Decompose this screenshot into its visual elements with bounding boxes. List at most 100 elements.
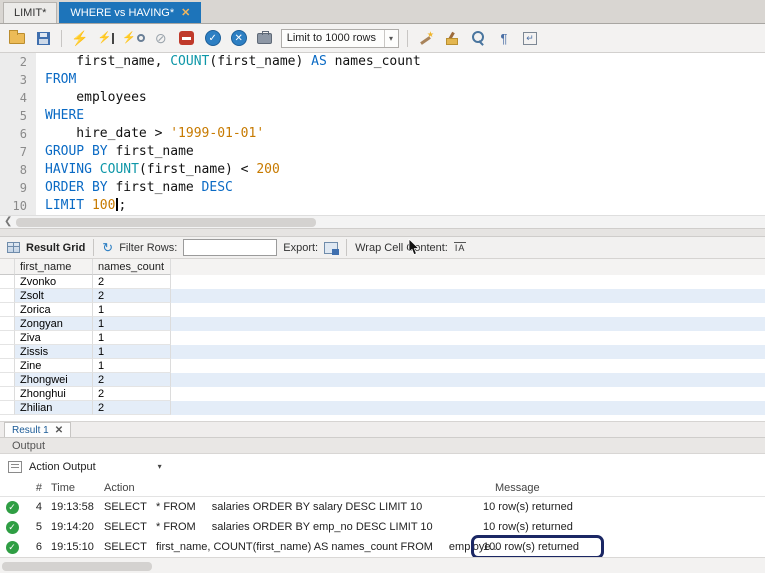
code-text[interactable]: LIMIT 100; xyxy=(36,197,126,215)
tab-close-icon[interactable]: ✕ xyxy=(181,8,190,19)
cell-first-name[interactable]: Zine xyxy=(15,359,93,373)
table-row[interactable]: Zongyan1 xyxy=(0,317,765,331)
hscroll-track[interactable] xyxy=(16,218,765,227)
table-row[interactable]: Zorica1 xyxy=(0,303,765,317)
tab-limit[interactable]: LIMIT* xyxy=(3,2,57,23)
code-line[interactable]: 7GROUP BY first_name xyxy=(0,143,765,161)
autocommit-toggle[interactable] xyxy=(255,28,275,48)
cell-first-name[interactable]: Zhongwei xyxy=(15,373,93,387)
grid-column-first-name[interactable]: first_name xyxy=(15,259,93,275)
find-button[interactable] xyxy=(468,28,488,48)
output-rows: ✓419:13:58SELECT* FROMsalaries ORDER BY … xyxy=(0,497,765,557)
code-line[interactable]: 10LIMIT 100; xyxy=(0,197,765,215)
execute-script-button[interactable]: ⚡ xyxy=(70,28,90,48)
invisible-chars-toggle[interactable]: ¶ xyxy=(494,28,514,48)
cell-first-name[interactable]: Zongyan xyxy=(15,317,93,331)
beautify-button[interactable] xyxy=(416,28,436,48)
output-row[interactable]: ✓419:13:58SELECT* FROMsalaries ORDER BY … xyxy=(0,497,765,517)
code-text[interactable]: FROM xyxy=(36,71,76,89)
code-text[interactable]: WHERE xyxy=(36,107,84,125)
cell-names-count[interactable]: 2 xyxy=(93,289,171,303)
row-gutter xyxy=(0,401,15,415)
tab-where-vs-having[interactable]: WHERE vs HAVING* ✕ xyxy=(59,2,201,23)
result-1-tab-label: Result 1 xyxy=(12,425,49,436)
bottom-scrollbar-thumb[interactable] xyxy=(2,562,152,571)
time-cell: 19:13:58 xyxy=(42,501,100,513)
cell-first-name[interactable]: Zorica xyxy=(15,303,93,317)
cell-first-name[interactable]: Zhonghui xyxy=(15,387,93,401)
cell-names-count[interactable]: 1 xyxy=(93,359,171,373)
cleanup-button[interactable] xyxy=(442,28,462,48)
code-text[interactable]: employees xyxy=(36,89,147,107)
stop-on-error-toggle[interactable] xyxy=(177,28,197,48)
lightning-icon: ⚡ xyxy=(71,31,88,45)
result-1-tab[interactable]: Result 1 ✕ xyxy=(4,422,71,437)
commit-button[interactable]: ✓ xyxy=(203,28,223,48)
sql-editor[interactable]: 2 first_name, COUNT(first_name) AS names… xyxy=(0,53,765,215)
grid-column-names-count[interactable]: names_count xyxy=(93,259,171,275)
execute-statement-button[interactable]: ⚡ xyxy=(96,28,116,48)
refresh-icon[interactable]: ↻ xyxy=(102,241,113,254)
code-segment: LIMIT xyxy=(45,198,84,213)
cell-names-count[interactable]: 2 xyxy=(93,373,171,387)
code-text[interactable]: GROUP BY first_name xyxy=(36,143,194,161)
code-text[interactable]: hire_date > '1999-01-01' xyxy=(36,125,264,143)
open-script-button[interactable] xyxy=(7,28,27,48)
rollback-button[interactable]: ✕ xyxy=(229,28,249,48)
code-line[interactable]: 6 hire_date > '1999-01-01' xyxy=(0,125,765,143)
code-segment: employees xyxy=(45,90,147,105)
table-row[interactable]: Zvonko2 xyxy=(0,275,765,289)
cell-names-count[interactable]: 1 xyxy=(93,331,171,345)
cell-names-count[interactable]: 1 xyxy=(93,317,171,331)
code-line[interactable]: 3FROM xyxy=(0,71,765,89)
header-message-col: Message xyxy=(495,482,540,494)
cell-first-name[interactable]: Zvonko xyxy=(15,275,93,289)
editor-hscrollbar[interactable]: ❮ xyxy=(0,215,765,228)
cell-names-count[interactable]: 2 xyxy=(93,275,171,289)
table-row[interactable]: Zhonghui2 xyxy=(0,387,765,401)
code-line[interactable]: 9ORDER BY first_name DESC xyxy=(0,179,765,197)
cell-first-name[interactable]: Zhilian xyxy=(15,401,93,415)
output-row[interactable]: ✓519:14:20SELECT* FROMsalaries ORDER BY … xyxy=(0,517,765,537)
chevron-down-icon[interactable]: ▾ xyxy=(158,462,162,471)
cell-first-name[interactable]: Zsolt xyxy=(15,289,93,303)
code-text[interactable]: ORDER BY first_name DESC xyxy=(36,179,233,197)
pane-splitter[interactable] xyxy=(0,228,765,237)
bottom-scrollbar[interactable] xyxy=(0,557,765,573)
code-line[interactable]: 2 first_name, COUNT(first_name) AS names… xyxy=(0,53,765,71)
export-icon[interactable] xyxy=(324,242,338,254)
table-row[interactable]: Zhilian2 xyxy=(0,401,765,415)
code-line[interactable]: 8HAVING COUNT(first_name) < 200 xyxy=(0,161,765,179)
result-tab-close-icon[interactable]: ✕ xyxy=(55,425,63,436)
hscroll-thumb[interactable] xyxy=(16,218,316,227)
action-output-dropdown[interactable]: Action Output xyxy=(29,461,96,473)
code-line[interactable]: 5WHERE xyxy=(0,107,765,125)
cell-names-count[interactable]: 2 xyxy=(93,387,171,401)
cell-names-count[interactable]: 2 xyxy=(93,401,171,415)
scroll-left-icon[interactable]: ❮ xyxy=(0,217,16,227)
table-row[interactable]: Zhongwei2 xyxy=(0,373,765,387)
wrap-cell-content-toggle[interactable]: IA xyxy=(454,242,467,253)
table-row[interactable]: Ziva1 xyxy=(0,331,765,345)
cell-first-name[interactable]: Ziva xyxy=(15,331,93,345)
code-text[interactable]: first_name, COUNT(first_name) AS names_c… xyxy=(36,53,421,71)
cell-first-name[interactable]: Zissis xyxy=(15,345,93,359)
row-limit-dropdown[interactable]: Limit to 1000 rows ▾ xyxy=(281,29,399,48)
cell-names-count[interactable]: 1 xyxy=(93,303,171,317)
stop-query-button[interactable]: ⊘ xyxy=(151,28,171,48)
table-row[interactable]: Zissis1 xyxy=(0,345,765,359)
wrap-text-toggle[interactable]: ↵ xyxy=(520,28,540,48)
action-detail-cell: * FROM xyxy=(152,521,196,533)
output-panel-title: Output xyxy=(0,437,765,454)
cell-names-count[interactable]: 1 xyxy=(93,345,171,359)
filter-rows-input[interactable] xyxy=(183,239,277,256)
code-segment: GROUP BY xyxy=(45,144,108,159)
code-text[interactable]: HAVING COUNT(first_name) < 200 xyxy=(36,161,280,179)
code-line[interactable]: 4 employees xyxy=(0,89,765,107)
mysql-workbench-window: LIMIT* WHERE vs HAVING* ✕ ⚡ ⚡ ⚡ ⊘ ✓ ✕ Li… xyxy=(0,0,765,573)
output-row[interactable]: ✓619:15:10SELECTfirst_name, COUNT(first_… xyxy=(0,537,765,557)
save-script-button[interactable] xyxy=(33,28,53,48)
table-row[interactable]: Zine1 xyxy=(0,359,765,373)
explain-statement-button[interactable]: ⚡ xyxy=(122,28,145,48)
table-row[interactable]: Zsolt2 xyxy=(0,289,765,303)
